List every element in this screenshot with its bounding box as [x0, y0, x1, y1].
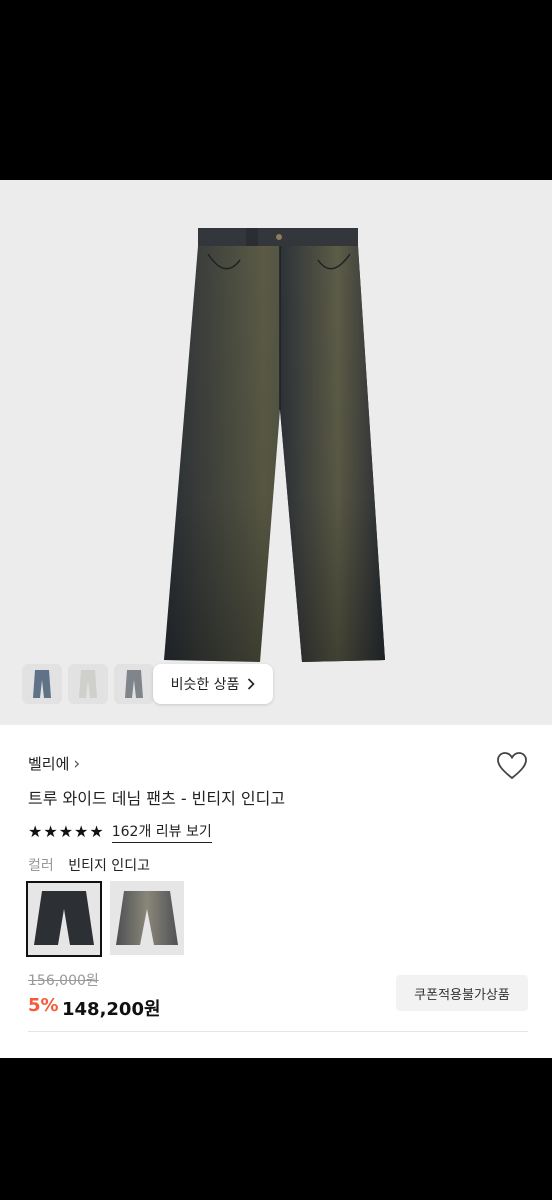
thumbnail-dark-denim[interactable] [22, 664, 62, 704]
product-screen: 비슷한 상품 벨리에 › 트루 와이드 데님 팬츠 - 빈티지 인디고 ★ ★ … [0, 180, 552, 1058]
brand-link[interactable]: 벨리에 › [28, 753, 80, 774]
chevron-right-icon: › [73, 753, 81, 774]
product-image-jeans [164, 228, 385, 662]
sale-price: 148,200원 [62, 999, 161, 1020]
star-icon: ★ [28, 822, 43, 841]
color-row: 컬러 빈티지 인디고 [28, 855, 150, 875]
product-title: 트루 와이드 데님 팬츠 - 빈티지 인디고 [28, 789, 286, 808]
swatch-jeans-dark [34, 891, 94, 945]
discount-rate: 5% [28, 995, 59, 1016]
star-icon: ★ [74, 822, 89, 841]
review-link[interactable]: 162개 리뷰 보기 [111, 821, 212, 843]
color-swatch-grey[interactable] [110, 881, 184, 955]
coupon-badge: 쿠폰적용불가상품 [396, 975, 528, 1011]
heart-icon[interactable] [496, 751, 528, 781]
color-value: 빈티지 인디고 [68, 858, 150, 874]
color-label: 컬러 [28, 858, 54, 874]
star-icon: ★ [89, 822, 104, 841]
product-image-area[interactable]: 비슷한 상품 [0, 180, 552, 725]
star-rating: ★ ★ ★ ★ ★ [28, 824, 104, 840]
divider [28, 1031, 528, 1032]
star-icon: ★ [58, 822, 74, 841]
thumbnail-strip [22, 664, 154, 704]
color-swatch-vintage-indigo[interactable] [26, 881, 102, 957]
similar-products-label: 비슷한 상품 [170, 677, 240, 693]
thumbnail-grey-denim[interactable] [114, 664, 154, 704]
similar-products-button[interactable]: 비슷한 상품 [153, 664, 273, 704]
chevron-right-icon [248, 678, 256, 690]
thumbnail-light-denim[interactable] [68, 664, 108, 704]
rating-row: ★ ★ ★ ★ ★ 162개 리뷰 보기 [28, 821, 212, 843]
star-icon: ★ [43, 822, 58, 841]
original-price: 156,000원 [28, 973, 99, 989]
brand-name: 벨리에 [28, 755, 70, 773]
swatch-jeans-grey [116, 891, 178, 945]
